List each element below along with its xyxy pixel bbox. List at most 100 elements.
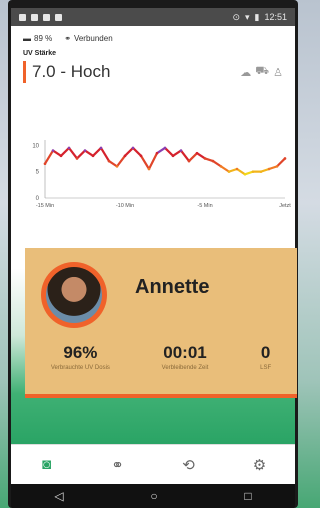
uv-accent-bar [23, 61, 26, 83]
data-point [211, 159, 215, 163]
clock: 12:51 [264, 12, 287, 22]
notification-icon [43, 13, 50, 21]
series-segment [171, 149, 183, 157]
app-screen: ⊙ ▾ ▮ 12:51 ▬ 89 % ⚭ Verbunden UV Stärke [11, 8, 297, 508]
series-segment [83, 149, 95, 157]
series-segment [123, 146, 135, 157]
device-status: ▬ 89 % ⚭ Verbunden [11, 26, 295, 43]
x-tick-label: -15 Min [36, 203, 54, 209]
stat-label: Verbrauchte UV Dosis [50, 365, 110, 371]
data-point [131, 146, 135, 150]
stat-label: Verbleibende Zeit [161, 365, 209, 371]
profile-photo [46, 267, 102, 323]
stat-value: 00:01 [163, 343, 207, 362]
series-segment [155, 146, 167, 155]
series-segment [179, 149, 191, 163]
tab-sun[interactable]: ◙ [27, 456, 67, 473]
series-segment [219, 165, 231, 173]
back-button[interactable]: ◁ [54, 489, 63, 503]
data-point [43, 162, 47, 166]
data-point [83, 149, 87, 152]
lotion-icon: ♙ [273, 66, 283, 79]
bottom-tab-bar: ◙ ⚭ ⟲ ⚙ [11, 444, 295, 484]
series-segment [67, 146, 79, 160]
battery-status: ▬ 89 % [23, 34, 52, 43]
data-point [51, 149, 55, 152]
uv-value: 7.0 - Hoch [32, 62, 111, 81]
data-point [227, 170, 231, 173]
series-segment [99, 146, 111, 163]
tab-settings[interactable]: ⚙ [240, 456, 280, 474]
system-icons: ⊙ ▾ ▮ 12:51 [232, 12, 287, 23]
uv-row: 7.0 - Hoch ☁ ⛟ ♙ [11, 57, 295, 83]
data-point [59, 154, 63, 158]
data-point [75, 157, 79, 160]
connection-label: Verbunden [73, 34, 113, 43]
y-tick-label: 0 [36, 196, 40, 202]
series-segment [51, 149, 63, 157]
data-point [155, 151, 159, 155]
uv-value-wrap: 7.0 - Hoch [23, 61, 110, 83]
profile-stats: 96% Verbrauchte UV Dosis 00:01 Verbleibe… [25, 343, 297, 371]
weather-icons: ☁ ⛟ ♙ [240, 65, 283, 79]
stat-value: 0 [260, 343, 271, 362]
home-button[interactable]: ○ [150, 489, 157, 503]
cloud-icon: ☁ [240, 66, 252, 79]
data-point [219, 165, 223, 168]
binoculars-icon: ⚭ [111, 456, 124, 474]
x-tick-label: Jetzt [279, 203, 291, 209]
series-segment [275, 157, 287, 168]
android-nav-bar: ◁ ○ □ [11, 484, 295, 508]
data-point [259, 170, 263, 173]
series-segment [131, 146, 143, 157]
series-segment [107, 159, 119, 168]
tab-binoculars[interactable]: ⚭ [98, 456, 138, 474]
battery-level: 89 % [34, 34, 53, 43]
data-point [107, 159, 111, 163]
data-point [243, 172, 247, 176]
data-point [171, 154, 175, 158]
battery-icon: ▮ [254, 11, 260, 22]
notification-icon [19, 13, 26, 21]
avatar [41, 262, 107, 328]
data-point [163, 146, 167, 150]
series-segment [115, 154, 127, 168]
x-tick-label: -5 Min [197, 203, 212, 209]
data-point [251, 170, 255, 173]
car-icon: ⛟ [255, 65, 270, 77]
sun-icon: ◙ [41, 456, 52, 473]
settings-icon: ⚙ [252, 456, 267, 474]
series-segment [195, 152, 207, 160]
connection-status: ⚭ Verbunden [64, 34, 112, 43]
phone-frame: ⊙ ▾ ▮ 12:51 ▬ 89 % ⚭ Verbunden UV Stärke [8, 0, 298, 508]
series-segment [139, 154, 151, 171]
stat-spf: 0 LSF [260, 343, 271, 371]
series-segment [187, 152, 199, 163]
data-point [275, 165, 279, 168]
series-segment [59, 146, 71, 157]
y-tick-label: 5 [36, 170, 40, 176]
tab-history[interactable]: ⟲ [169, 456, 209, 474]
data-point [115, 165, 119, 168]
data-point [187, 159, 191, 163]
status-bar: ⊙ ▾ ▮ 12:51 [11, 8, 295, 26]
data-point [235, 167, 239, 171]
series-segment [75, 149, 87, 160]
stat-label: LSF [260, 365, 272, 371]
notification-icon [55, 13, 62, 21]
data-point [123, 154, 127, 158]
battery-icon: ▬ [23, 34, 31, 43]
y-tick-label: 10 [32, 143, 39, 149]
recents-button[interactable]: □ [244, 489, 251, 503]
x-tick-label: -10 Min [116, 203, 134, 209]
profile-card[interactable]: Annette 96% Verbrauchte UV Dosis 00:01 V… [25, 248, 297, 398]
series-segment [91, 146, 103, 157]
data-point [147, 167, 151, 171]
main-content: ▬ 89 % ⚭ Verbunden UV Stärke 7.0 - Hoch … [11, 26, 297, 444]
uv-chart: 0 5 10 -15 Min -10 Min -5 Min Jetzt [32, 140, 291, 209]
profile-name: Annette [135, 276, 210, 298]
data-point [91, 154, 95, 158]
stat-value: 96% [63, 343, 98, 362]
data-point [267, 167, 271, 171]
series-segment [163, 146, 175, 157]
